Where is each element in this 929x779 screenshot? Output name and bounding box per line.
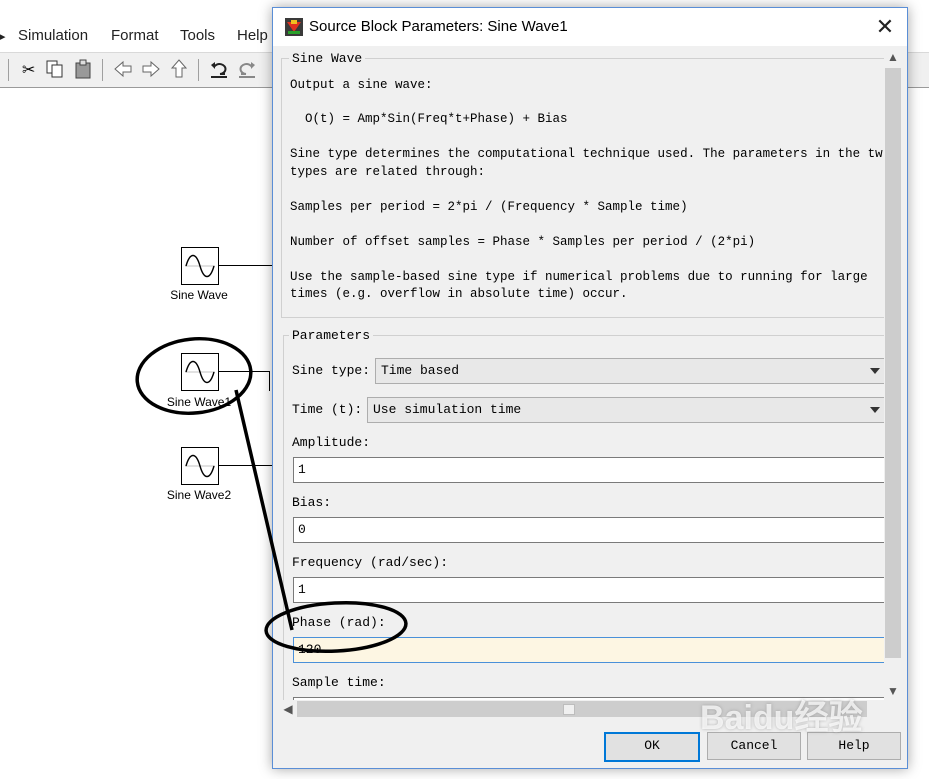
annotation-circle-block xyxy=(135,336,253,416)
annotation-overlay xyxy=(135,336,408,653)
annotation-arrow-line xyxy=(234,389,294,631)
